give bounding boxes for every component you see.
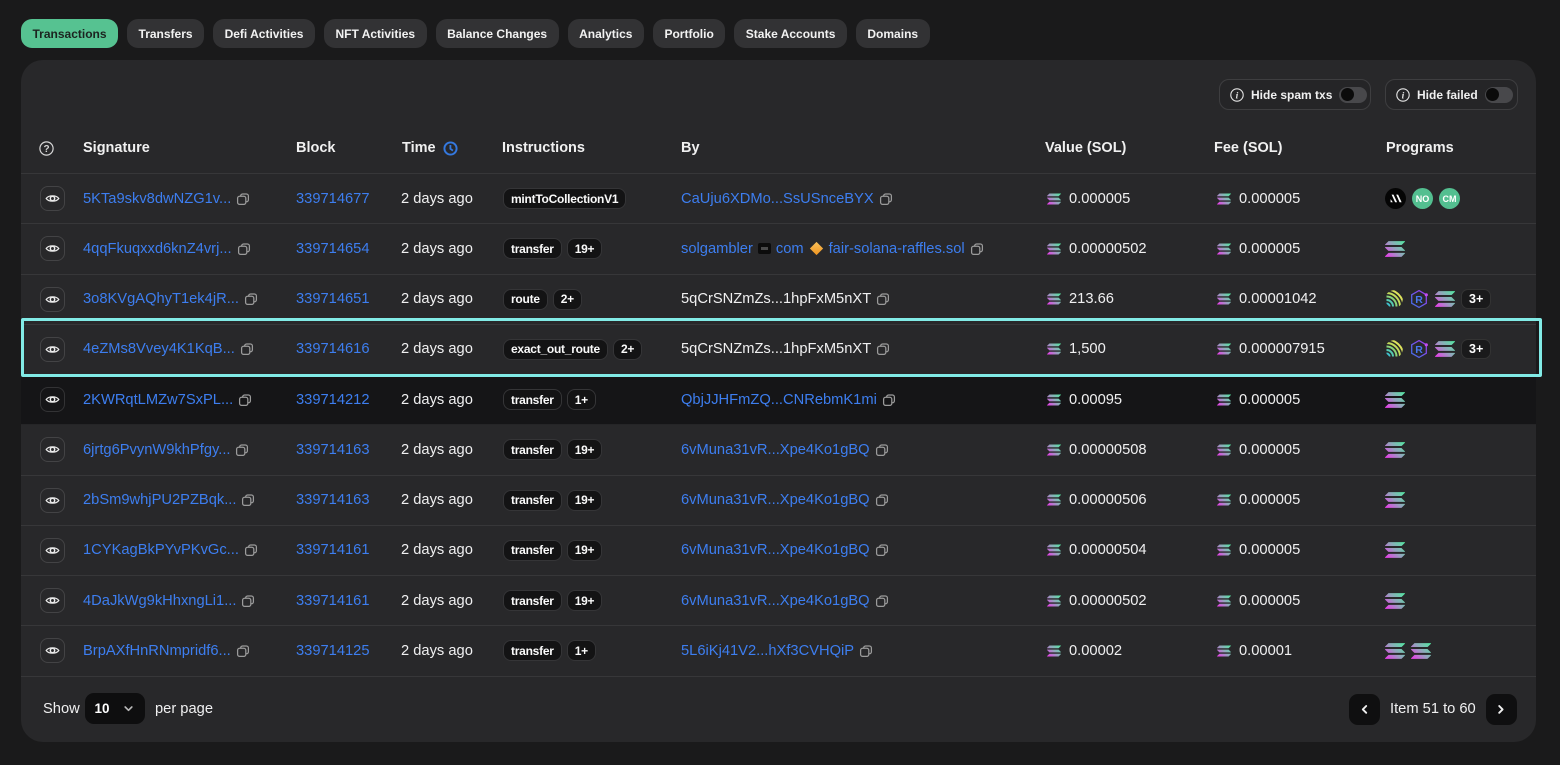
svg-text:CM: CM [1443, 194, 1457, 204]
svg-text:i: i [1236, 91, 1239, 101]
svg-text:R: R [1415, 294, 1423, 306]
svg-text:?: ? [43, 143, 49, 154]
svg-text:i: i [1402, 91, 1405, 101]
svg-text:NO: NO [1416, 194, 1430, 204]
